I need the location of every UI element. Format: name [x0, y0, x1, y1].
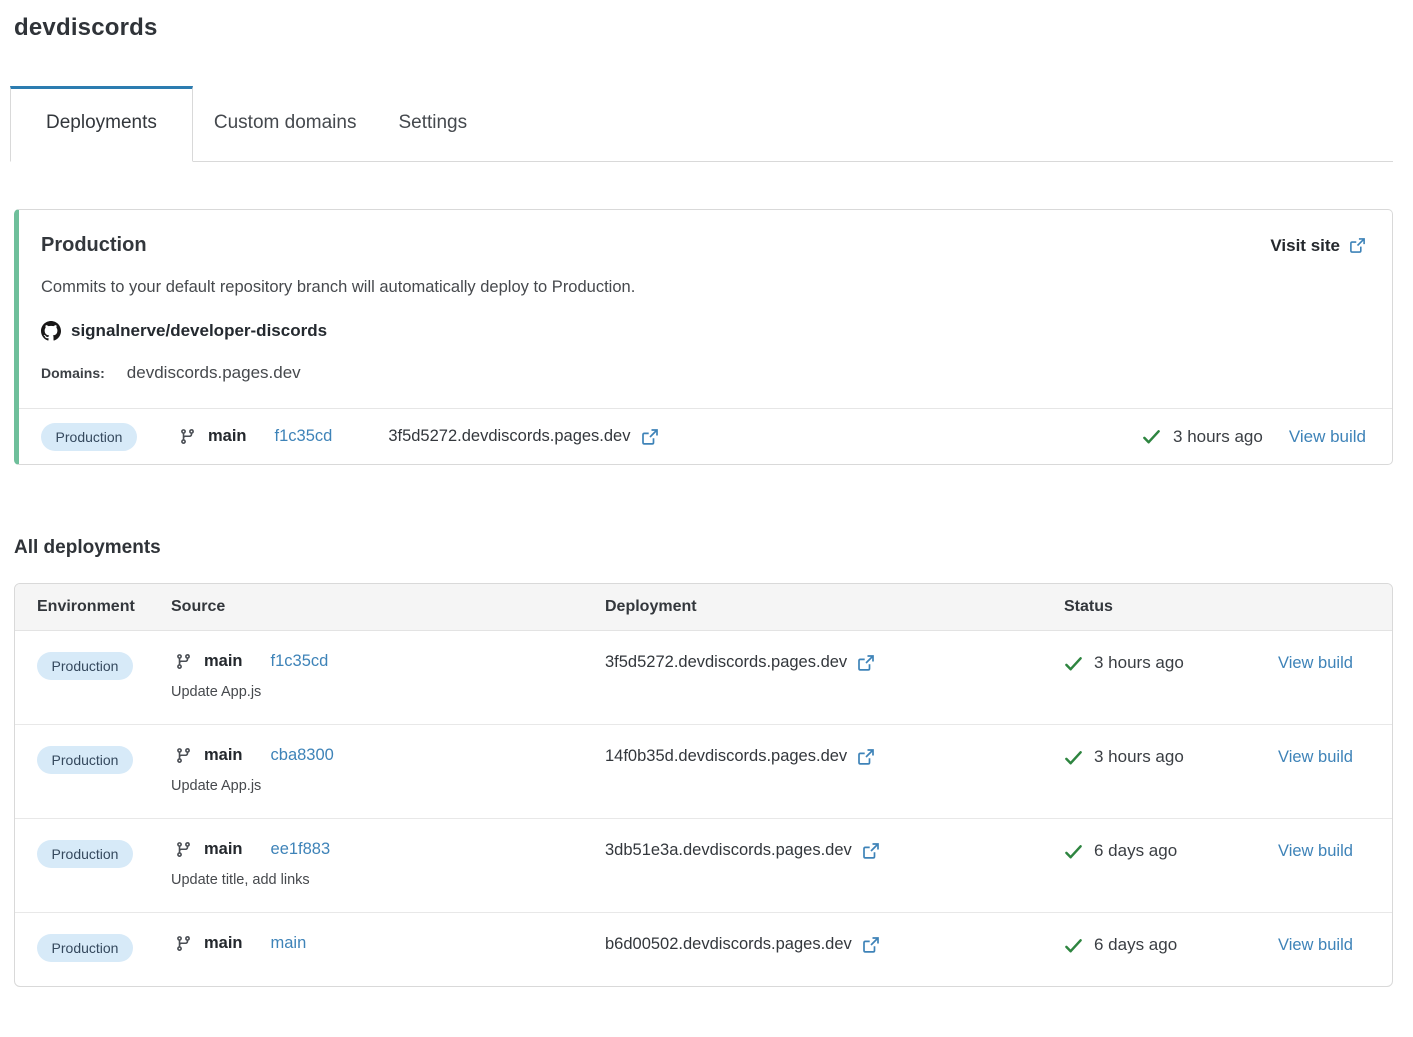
page-title: devdiscords [14, 14, 1393, 42]
commit-link[interactable]: ee1f883 [271, 840, 331, 859]
column-header-deployment: Deployment [605, 598, 1064, 616]
status-time: 3 hours ago [1094, 747, 1184, 767]
all-deployments-title: All deployments [14, 537, 1393, 559]
commit-link[interactable]: f1c35cd [271, 652, 329, 671]
repo-name[interactable]: signalnerve/developer-discords [71, 321, 327, 341]
git-branch-icon [175, 841, 192, 858]
status-time: 3 hours ago [1094, 653, 1184, 673]
production-card: Production Visit site Commits to your de… [14, 209, 1393, 465]
external-link-icon[interactable] [857, 748, 875, 766]
check-success-icon [1064, 748, 1083, 767]
commit-link[interactable]: f1c35cd [275, 427, 333, 446]
check-success-icon [1064, 654, 1083, 673]
status-time: 3 hours ago [1173, 427, 1263, 447]
branch-name: main [208, 427, 247, 446]
column-header-environment: Environment [37, 598, 171, 616]
deployment-url: 3f5d5272.devdiscords.pages.dev [605, 653, 847, 672]
deployment-url: 3db51e3a.devdiscords.pages.dev [605, 841, 852, 860]
commit-message: Update title, add links [171, 872, 310, 888]
deployments-table: Environment Source Deployment Status Pro… [14, 583, 1393, 987]
table-row: Production main main b6d00502.devdiscord… [15, 913, 1392, 986]
environment-badge: Production [37, 840, 133, 868]
git-branch-icon [175, 935, 192, 952]
external-link-icon[interactable] [641, 428, 659, 446]
github-icon [41, 321, 61, 341]
external-link-icon[interactable] [862, 842, 880, 860]
view-build-link[interactable]: View build [1278, 936, 1353, 955]
domains-label: Domains: [41, 365, 105, 381]
production-description: Commits to your default repository branc… [41, 278, 1366, 297]
view-build-link[interactable]: View build [1278, 748, 1353, 767]
deployments-table-body: Production main f1c35cd Update App.js 3f… [15, 631, 1392, 986]
git-branch-icon [179, 428, 196, 445]
view-build-link[interactable]: View build [1278, 654, 1353, 673]
table-row: Production main cba8300 Update App.js 14… [15, 725, 1392, 819]
visit-site-label: Visit site [1270, 236, 1340, 256]
branch-name: main [204, 746, 243, 765]
status-time: 6 days ago [1094, 841, 1177, 861]
check-success-icon [1064, 936, 1083, 955]
tab-bar: Deployments Custom domains Settings [10, 86, 1393, 162]
external-link-icon [1349, 237, 1366, 254]
commit-message: Update App.js [171, 778, 261, 794]
external-link-icon[interactable] [857, 654, 875, 672]
check-success-icon [1064, 842, 1083, 861]
view-build-link[interactable]: View build [1278, 842, 1353, 861]
branch-name: main [204, 652, 243, 671]
tab-deployments[interactable]: Deployments [10, 86, 193, 162]
branch-name: main [204, 934, 243, 953]
branch-name: main [204, 840, 243, 859]
column-header-status: Status [1064, 598, 1278, 616]
table-row: Production main ee1f883 Update title, ad… [15, 819, 1392, 913]
environment-badge: Production [41, 423, 137, 451]
deployment-url: 3f5d5272.devdiscords.pages.dev [388, 427, 630, 446]
production-card-title: Production [41, 234, 147, 257]
environment-badge: Production [37, 652, 133, 680]
check-success-icon [1142, 427, 1161, 446]
environment-badge: Production [37, 746, 133, 774]
tab-custom-domains[interactable]: Custom domains [193, 86, 378, 161]
git-branch-icon [175, 747, 192, 764]
tab-settings[interactable]: Settings [377, 86, 488, 161]
external-link-icon[interactable] [862, 936, 880, 954]
git-branch-icon [175, 653, 192, 670]
visit-site-link[interactable]: Visit site [1270, 236, 1366, 256]
status-time: 6 days ago [1094, 935, 1177, 955]
column-header-source: Source [171, 598, 605, 616]
commit-link[interactable]: main [271, 934, 307, 953]
domains-value: devdiscords.pages.dev [127, 363, 301, 383]
deployment-url: 14f0b35d.devdiscords.pages.dev [605, 747, 847, 766]
environment-badge: Production [37, 934, 133, 962]
production-deployment-row: Production main f1c35cd 3f5d5272.devdisc… [19, 408, 1392, 464]
deployment-url: b6d00502.devdiscords.pages.dev [605, 935, 852, 954]
commit-link[interactable]: cba8300 [271, 746, 334, 765]
view-build-link[interactable]: View build [1289, 427, 1366, 447]
commit-message: Update App.js [171, 684, 261, 700]
deployments-table-header: Environment Source Deployment Status [15, 584, 1392, 631]
table-row: Production main f1c35cd Update App.js 3f… [15, 631, 1392, 725]
